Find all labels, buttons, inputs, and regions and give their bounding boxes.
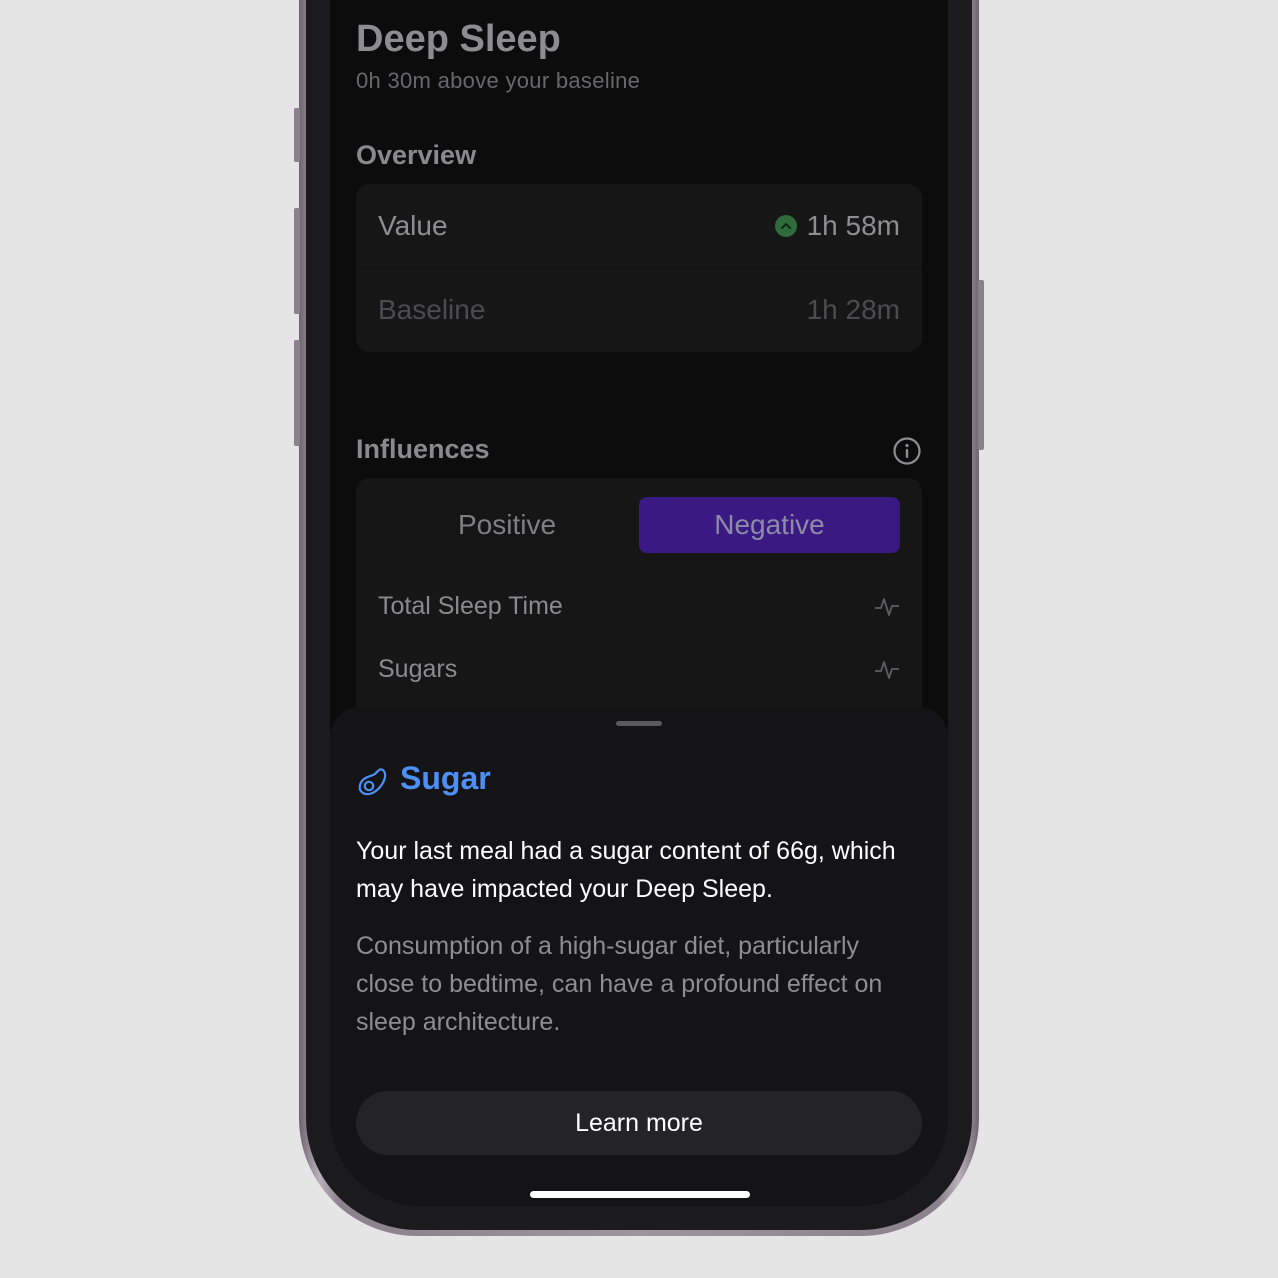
deep-sleep-view: Deep Sleep 0h 30m above your baseline Ov… [330,0,948,728]
learn-more-button[interactable]: Learn more [356,1091,922,1155]
baseline-amount: 1h 28m [806,294,900,325]
volume-down-button [294,208,300,314]
screen: Deep Sleep 0h 30m above your baseline Ov… [330,0,948,1206]
sheet-grabber[interactable] [616,721,662,726]
divider [356,268,922,269]
baseline-row: Baseline 1h 28m [378,290,900,330]
tab-positive[interactable]: Positive [378,497,636,553]
influences-heading: Influences [356,434,490,464]
influence-item-total-sleep-time[interactable]: Total Sleep Time [378,592,900,621]
info-icon[interactable] [892,436,922,466]
influence-item-label: Sugars [378,655,458,683]
overview-heading: Overview [356,140,477,170]
chevron-up-icon [774,215,797,237]
value-amount: 1h 58m [806,210,900,241]
overview-card: Value 1h 58m Baseline 1h 28m [356,184,922,352]
pulse-icon [875,660,899,679]
pulse-icon [875,597,899,616]
sheet-secondary-text: Consumption of a high-sugar diet, partic… [356,932,883,1036]
avocado-icon [358,768,387,796]
sheet-primary-text: Your last meal had a sugar content of 66… [356,837,896,903]
home-indicator[interactable] [530,1191,750,1198]
baseline-label: Baseline [378,294,486,325]
sheet-title: Sugar [400,760,491,796]
influence-item-sugars[interactable]: Sugars [378,655,900,684]
bottom-sheet: Sugar Your last meal had a sugar content… [330,706,948,1206]
value-row: Value 1h 58m [378,206,900,246]
tab-negative[interactable]: Negative [639,497,900,553]
influence-item-label: Total Sleep Time [378,592,563,620]
page-title: Deep Sleep [356,18,561,60]
volume-up-button [294,108,300,162]
page-subtitle: 0h 30m above your baseline [356,68,641,93]
silent-switch [294,340,300,446]
value-label: Value [378,210,448,241]
power-button [978,280,984,450]
